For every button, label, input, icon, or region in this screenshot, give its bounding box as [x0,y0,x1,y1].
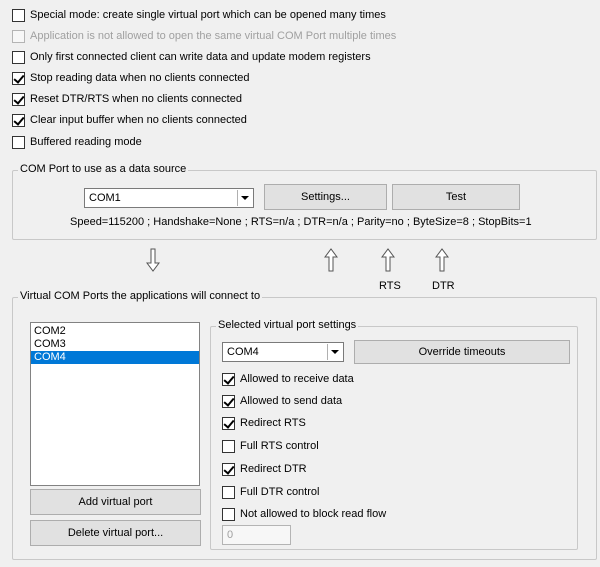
test-button[interactable]: Test [392,184,520,210]
option-checkbox-3[interactable]: Only first connected client can write da… [12,49,371,65]
settings-button[interactable]: Settings... [264,184,387,210]
override-timeouts-button[interactable]: Override timeouts [354,340,570,364]
option-checkbox-2: Application is not allowed to open the s… [12,28,396,44]
checkbox-unchecked-icon[interactable] [222,439,235,453]
checkbox-unchecked-icon[interactable] [222,507,235,521]
rts-signal-label: RTS [379,280,401,292]
timeout-input[interactable]: 0 [222,525,291,545]
port-option-label: Redirect RTS [240,417,306,429]
list-item[interactable]: COM4 [31,351,199,364]
checkbox-unchecked-icon[interactable] [222,485,235,499]
port-option-checkbox-2[interactable]: Allowed to send data [222,393,342,409]
checkbox-unchecked-icon[interactable] [12,50,25,64]
port-option-checkbox-7[interactable]: Not allowed to block read flow [222,506,386,522]
checkbox-checked-icon[interactable] [222,394,235,408]
port-option-label: Full RTS control [240,440,319,452]
dtr-signal-label: DTR [432,280,455,292]
port-option-checkbox-5[interactable]: Redirect DTR [222,461,307,477]
port-option-checkbox-3[interactable]: Redirect RTS [222,415,306,431]
virtual-ports-group-label: Virtual COM Ports the applications will … [18,290,263,302]
add-virtual-port-button[interactable]: Add virtual port [30,489,201,515]
checkbox-unchecked-icon[interactable] [12,135,25,149]
source-status-text: Speed=115200 ; Handshake=None ; RTS=n/a … [70,216,532,228]
option-checkbox-4[interactable]: Stop reading data when no clients connec… [12,70,250,86]
checkbox-checked-icon[interactable] [12,92,25,106]
source-port-combo[interactable]: COM1 [84,188,254,208]
selected-port-value: COM4 [227,346,259,358]
rts-arrow-up-icon [381,248,395,272]
checkbox-checked-icon[interactable] [12,71,25,85]
checkbox-checked-icon[interactable] [222,462,235,476]
virtual-ports-listbox[interactable]: COM2 COM3 COM4 [30,322,200,486]
selected-port-settings-group-label: Selected virtual port settings [216,319,359,331]
dtr-arrow-up-icon [435,248,449,272]
port-option-label: Allowed to receive data [240,373,354,385]
arrow-down-icon [146,248,160,272]
chevron-down-icon[interactable] [237,190,252,206]
list-item[interactable]: COM3 [31,338,199,351]
source-port-value: COM1 [89,192,121,204]
delete-virtual-port-button[interactable]: Delete virtual port... [30,520,201,546]
arrow-up-icon [324,248,338,272]
port-option-label: Full DTR control [240,486,320,498]
option-label: Buffered reading mode [30,136,142,148]
port-option-label: Allowed to send data [240,395,343,407]
port-option-checkbox-1[interactable]: Allowed to receive data [222,371,354,387]
checkbox-checked-icon[interactable] [222,372,235,386]
option-label: Clear input buffer when no clients conne… [30,114,247,126]
port-option-label: Not allowed to block read flow [240,508,387,520]
option-label: Reset DTR/RTS when no clients connected [30,93,242,105]
chevron-down-icon[interactable] [327,344,342,360]
option-checkbox-5[interactable]: Reset DTR/RTS when no clients connected [12,91,242,107]
option-checkbox-1[interactable]: Special mode: create single virtual port… [12,7,386,23]
timeout-value: 0 [227,529,234,541]
list-item[interactable]: COM2 [31,325,199,338]
option-checkbox-7[interactable]: Buffered reading mode [12,134,142,150]
port-option-label: Redirect DTR [240,463,307,475]
selected-port-combo[interactable]: COM4 [222,342,344,362]
checkbox-checked-icon[interactable] [222,416,235,430]
option-label: Stop reading data when no clients connec… [30,72,250,84]
option-label: Special mode: create single virtual port… [30,9,386,21]
data-source-group-label: COM Port to use as a data source [18,163,189,175]
port-option-checkbox-4[interactable]: Full RTS control [222,438,319,454]
checkbox-checked-icon[interactable] [12,113,25,127]
checkbox-unchecked-icon[interactable] [12,8,25,22]
option-label: Only first connected client can write da… [30,51,371,63]
option-checkbox-6[interactable]: Clear input buffer when no clients conne… [12,112,247,128]
checkbox-unchecked-icon [12,29,25,43]
port-option-checkbox-6[interactable]: Full DTR control [222,484,319,500]
option-label: Application is not allowed to open the s… [30,30,397,42]
